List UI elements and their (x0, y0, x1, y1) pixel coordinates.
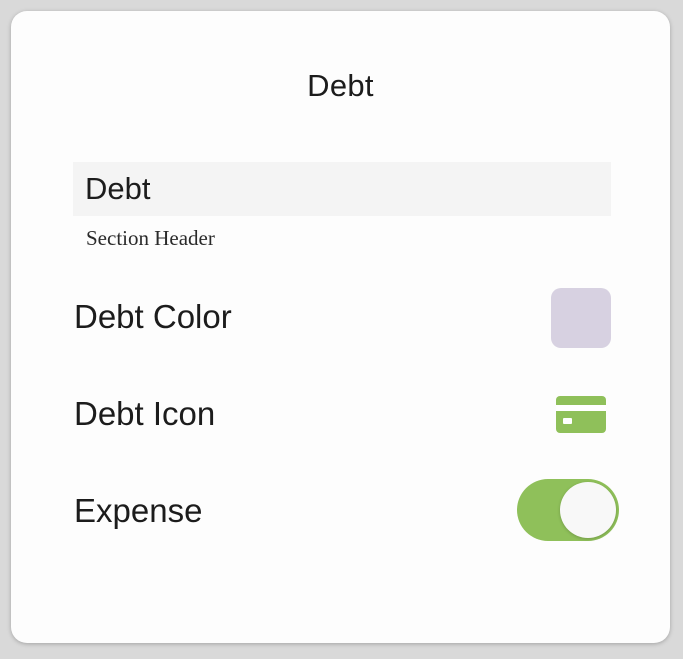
debt-name-field[interactable] (73, 162, 611, 216)
toggle-knob (560, 482, 616, 538)
debt-color-label: Debt Color (74, 298, 232, 335)
section-header-label: Section Header (86, 226, 215, 250)
debt-icon-label: Debt Icon (74, 395, 216, 432)
debt-color-swatch[interactable] (551, 288, 611, 348)
debt-dialog: Debt Section Header Debt Color Debt Icon… (11, 11, 670, 643)
expense-label: Expense (74, 492, 203, 529)
credit-card-icon[interactable] (556, 396, 606, 433)
expense-toggle[interactable] (517, 479, 619, 541)
dialog-title: Debt (307, 68, 374, 103)
